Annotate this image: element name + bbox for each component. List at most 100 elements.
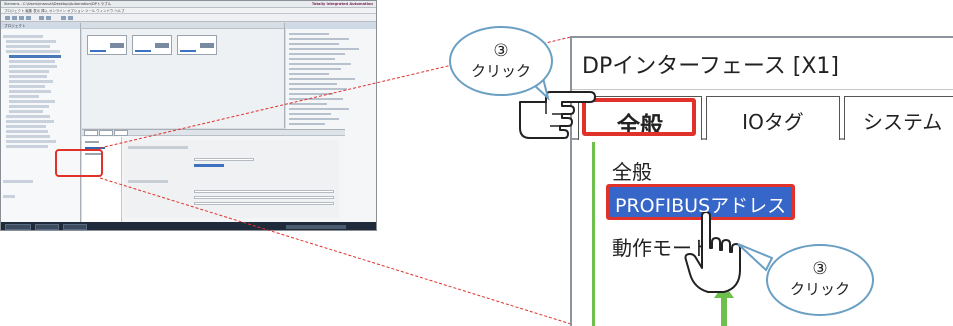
tree-row — [9, 95, 39, 98]
catalog-row — [289, 88, 347, 90]
tree-row — [6, 115, 50, 118]
toolbar-icon — [5, 16, 10, 20]
callout-click-label: クリック — [789, 280, 850, 298]
thumbnail-project-tree: プロジェクト — [1, 23, 81, 222]
status-tab — [63, 224, 87, 230]
tree-row — [9, 60, 55, 63]
tree-row — [9, 105, 49, 108]
inspector-tab — [84, 130, 98, 136]
tree-row — [6, 50, 60, 53]
thumbnail-inspector — [82, 129, 345, 223]
catalog-row — [289, 73, 329, 75]
inspector-tabs — [82, 130, 345, 136]
catalog-row — [289, 38, 349, 40]
tab-io-tags-label: IOタグ — [742, 110, 804, 134]
instruction-figure: Siemens - C:\Users\manual\Desktop\Automa… — [0, 0, 953, 326]
catalog-row — [289, 93, 333, 95]
inspector-tab — [99, 130, 113, 136]
project-tree-header: プロジェクト — [1, 23, 80, 29]
tree-row — [9, 65, 57, 68]
form-field — [194, 190, 334, 193]
tree-row — [6, 45, 50, 48]
status-message — [286, 225, 346, 229]
form-field — [194, 158, 254, 161]
catalog-row — [289, 58, 335, 60]
catalog-row — [289, 33, 329, 35]
form-button — [194, 164, 224, 167]
properties-nav: 全般 PROFIBUSアドレス 動作モード — [572, 142, 953, 326]
thumbnail-brand: Totally Integrated Automation — [311, 2, 373, 6]
callout-step-number: ③ — [812, 259, 828, 279]
toolbar-icon — [46, 16, 51, 20]
callout-click-label: クリック — [470, 62, 531, 80]
properties-tabs: 全般 IOタグ システム — [572, 94, 953, 140]
toolbar-icon — [68, 16, 73, 20]
nav-item-general[interactable]: 全般 — [612, 156, 652, 185]
catalog-row — [289, 118, 339, 120]
tree-row — [3, 195, 15, 198]
tree-row — [6, 140, 56, 143]
status-tab — [35, 224, 59, 230]
catalog-row — [289, 83, 337, 85]
tree-row — [3, 180, 33, 183]
form-heading — [128, 180, 168, 183]
toolbar-icon — [26, 16, 31, 20]
tree-row — [3, 35, 43, 38]
tree-row — [9, 80, 53, 83]
thumbnail-title-bar: Siemens - C:\Users\manual\Desktop\Automa… — [1, 1, 376, 8]
zoomed-properties-panel: DPインターフェース [X1] 全般 IOタグ システム 全般 PROFIBUS… — [570, 36, 953, 326]
tab-system-label: システム — [863, 110, 943, 134]
tree-row — [9, 85, 45, 88]
tree-row — [6, 125, 46, 128]
device-box — [132, 35, 172, 55]
thumbnail-status-bar — [1, 222, 376, 230]
thumbnail-title: Siemens - C:\Users\manual\Desktop\Automa… — [4, 2, 112, 6]
tree-row-selected — [9, 55, 61, 58]
catalog-row — [289, 53, 345, 55]
tab-system[interactable]: システム — [844, 96, 953, 140]
device-box — [87, 35, 127, 55]
inspector-tab — [114, 130, 128, 136]
catalog-row — [289, 63, 351, 65]
device-box — [177, 35, 217, 55]
catalog-row — [289, 68, 341, 70]
catalog-row — [289, 113, 331, 115]
catalog-row — [289, 48, 359, 50]
tree-row — [9, 110, 43, 113]
toolbar-icon — [12, 16, 17, 20]
tab-general-highlight — [582, 98, 696, 136]
catalog-row — [289, 78, 355, 80]
catalog-header — [286, 23, 376, 29]
tree-row — [6, 130, 48, 133]
device-view-header — [82, 23, 284, 29]
tree-row — [6, 40, 56, 43]
form-field — [194, 196, 334, 199]
catalog-row — [289, 98, 343, 100]
callout-step-number: ③ — [493, 41, 509, 61]
toolbar-icon — [61, 16, 66, 20]
thumbnail-device-view — [82, 23, 285, 128]
tree-row — [9, 100, 55, 103]
callout-step3-bottom: ③ クリック — [766, 244, 874, 316]
tree-row — [6, 145, 48, 148]
tab-io-tags[interactable]: IOタグ — [706, 96, 840, 140]
catalog-row — [289, 43, 339, 45]
tree-row — [9, 90, 51, 93]
tree-row — [6, 120, 54, 123]
catalog-row — [289, 108, 349, 110]
form-heading — [128, 146, 188, 149]
thumbnail-toolbar — [1, 14, 376, 22]
nav-guide-line — [592, 142, 595, 326]
form-field — [194, 202, 334, 205]
thumbnail-highlight-box — [55, 149, 103, 177]
inspector-form — [124, 140, 339, 218]
toolbar-icon — [39, 16, 44, 20]
callout-step3-top: ③ クリック — [449, 26, 553, 96]
tree-row — [9, 70, 49, 73]
catalog-row — [289, 103, 327, 105]
inspector-nav-row — [85, 141, 99, 143]
status-tab — [5, 224, 31, 230]
panel-title: DPインターフェース [X1] — [582, 54, 840, 79]
tree-row — [9, 75, 47, 78]
toolbar-icon — [19, 16, 24, 20]
